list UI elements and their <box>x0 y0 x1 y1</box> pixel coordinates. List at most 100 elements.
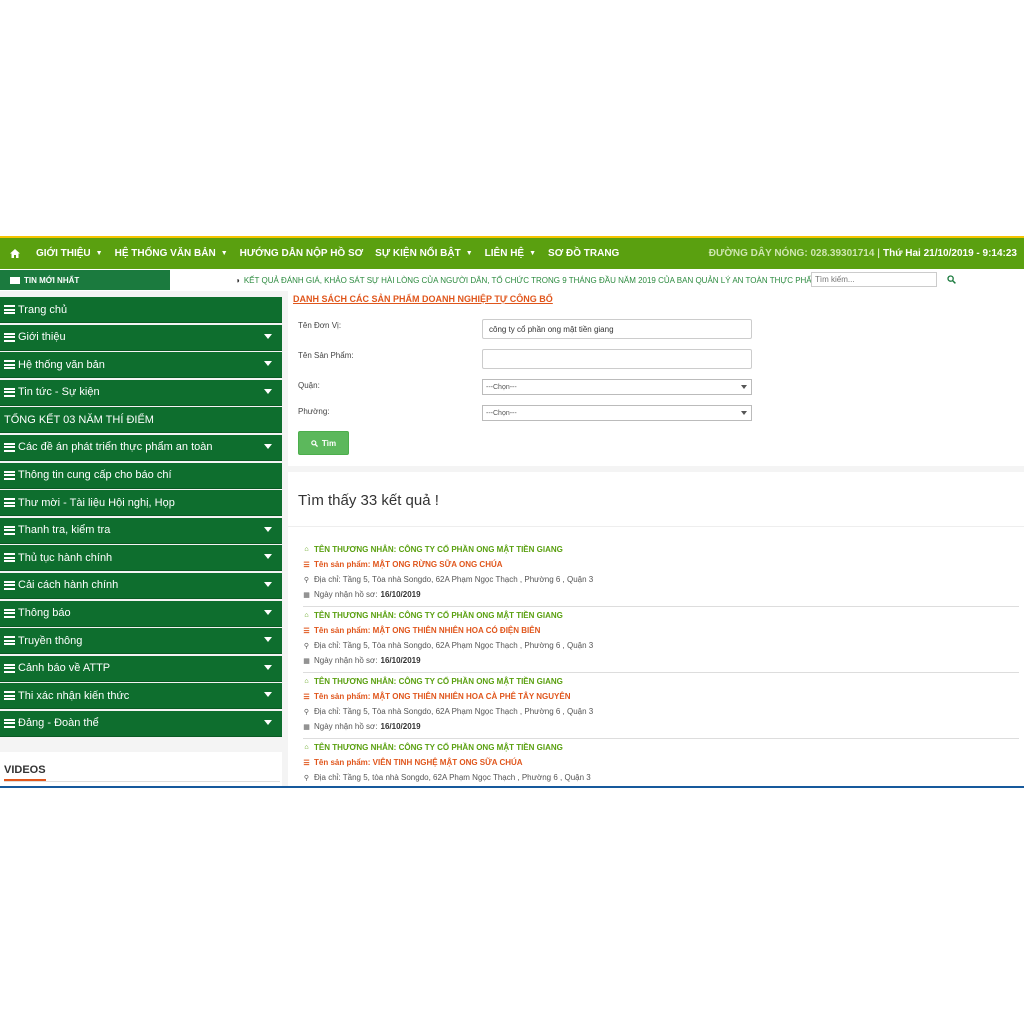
nav-item[interactable]: HƯỚNG DẪN NỘP HỒ SƠ <box>234 238 370 269</box>
sidebar-item[interactable]: Các đề án phát triển thực phẩm an toàn <box>0 434 282 461</box>
sidebar-item[interactable]: Thanh tra, kiểm tra <box>0 517 282 544</box>
nav-item[interactable]: SƠ ĐỒ TRANG <box>542 238 625 269</box>
results-summary: Tìm thấy 33 kết quả ! <box>298 492 439 509</box>
videos-underline <box>4 779 46 781</box>
nav-item[interactable]: LIÊN HỆ ▼ <box>479 238 542 269</box>
caret-down-icon: ▼ <box>529 250 537 257</box>
sidebar-item-label: Giới thiệu <box>18 331 66 344</box>
caret-down-icon <box>264 719 272 725</box>
result-product[interactable]: ☰ Tên sản phẩm: MẬT ONG RỪNG SỮA ONG CHÚA <box>303 560 502 569</box>
list-icon <box>4 387 15 397</box>
sidebar-item[interactable]: Tin tức - Sự kiện <box>0 379 282 406</box>
result-company[interactable]: ⌂ TÊN THƯƠNG NHÂN: CÔNG TY CỔ PHẦN ONG MẬ… <box>303 611 563 620</box>
sidebar-item-label: Hệ thống văn bản <box>18 358 105 371</box>
district-select[interactable]: ---Chọn--- <box>482 379 752 395</box>
result-company-text: TÊN THƯƠNG NHÂN: CÔNG TY CỔ PHẦN ONG MẬT… <box>314 743 563 752</box>
result-date-value: 16/10/2019 <box>380 656 421 665</box>
sidebar-item[interactable]: Thông báo <box>0 600 282 627</box>
list-icon <box>4 691 15 701</box>
result-date-value: 16/10/2019 <box>380 590 421 599</box>
caret-down-icon <box>264 609 272 615</box>
caret-down-icon: ▼ <box>465 250 473 257</box>
result-item: ⌂ TÊN THƯƠNG NHÂN: CÔNG TY CỔ PHẦN ONG MẬ… <box>303 607 1019 673</box>
sidebar-item[interactable]: Truyền thông <box>0 628 282 655</box>
sidebar-item-label: Thủ tục hành chính <box>18 551 113 564</box>
result-item: ⌂ TÊN THƯƠNG NHÂN: CÔNG TY CỔ PHẦN ONG MẬ… <box>303 739 1019 786</box>
caret-down-icon <box>264 526 272 532</box>
home-icon: ⌂ <box>304 546 309 553</box>
sidebar-item[interactable]: Hệ thống văn bản <box>0 352 282 379</box>
sidebar-item[interactable]: Cải cách hành chính <box>0 572 282 599</box>
nav-item-label: HƯỚNG DẪN NỘP HỒ SƠ <box>239 248 364 259</box>
nav-item[interactable]: SỰ KIỆN NỔI BẬT ▼ <box>369 238 478 269</box>
half-circle-icon: ◑ <box>235 275 240 285</box>
nav-item[interactable]: GIỚI THIỆU ▼ <box>30 238 109 269</box>
sidebar-item-label: Thanh tra, kiểm tra <box>18 524 111 537</box>
result-product[interactable]: ☰ Tên sản phẩm: MẬT ONG THIÊN NHIÊN HOA C… <box>303 626 540 635</box>
map-marker-icon: ⚲ <box>303 774 310 782</box>
sidebar-item[interactable]: Cảnh báo về ATTP <box>0 655 282 682</box>
videos-title: VIDEOS <box>4 764 46 776</box>
sidebar-item-label: Các đề án phát triển thực phẩm an toàn <box>18 441 213 454</box>
home-icon[interactable] <box>0 238 30 269</box>
result-item: ⌂ TÊN THƯƠNG NHÂN: CÔNG TY CỔ PHẦN ONG MẬ… <box>303 541 1019 607</box>
page-screenshot: GIỚI THIỆU ▼ HỆ THỐNG VĂN BẢN ▼ HƯỚNG DẪN NỘ… <box>0 236 1024 788</box>
nav-item[interactable]: HỆ THỐNG VĂN BẢN ▼ <box>109 238 234 269</box>
list-icon <box>4 332 15 342</box>
result-address-text: Địa chỉ: Tầng 5, Tòa nhà Songdo, 62A Phạ… <box>314 641 594 650</box>
list-icon <box>4 305 15 314</box>
form-title[interactable]: DANH SÁCH CÁC SẢN PHẨM DOANH NGHIỆP TỰ C… <box>293 294 553 304</box>
nav-item-label: GIỚI THIỆU <box>36 248 91 259</box>
sidebar-item-label: Tin tức - Sự kiện <box>18 386 100 399</box>
list-icon <box>4 498 15 508</box>
unit-name-input[interactable]: công ty cổ phần ong mật tiền giang <box>482 319 752 339</box>
videos-section: VIDEOS <box>0 752 282 786</box>
result-product[interactable]: ☰ Tên sản phẩm: VIÊN TINH NGHỆ MẬT ONG SỮ… <box>303 758 522 767</box>
sidebar-item-label: TỔNG KẾT 03 NĂM THÍ ĐIỂM <box>4 413 154 426</box>
sidebar-item-label: Đảng - Đoàn thể <box>18 717 99 730</box>
sidebar-item[interactable]: Thông tin cung cấp cho báo chí <box>0 462 282 489</box>
caret-down-icon <box>264 692 272 698</box>
result-address-text: Địa chỉ: Tầng 5, Tòa nhà Songdo, 62A Phạ… <box>314 707 594 716</box>
list-icon <box>4 663 15 673</box>
news-ticker[interactable]: ◑ KẾT QUẢ ĐÁNH GIÁ, KHẢO SÁT SỰ HÀI LÒNG… <box>235 276 818 285</box>
search-icon[interactable] <box>944 272 958 287</box>
find-button[interactable]: Tìm <box>298 431 349 455</box>
sidebar-item-label: Thi xác nhận kiến thức <box>18 689 130 702</box>
caret-down-icon: ▼ <box>220 250 228 257</box>
sidebar-item[interactable]: Thư mời - Tài liệu Hội nghị, Họp <box>0 490 282 517</box>
caret-down-icon <box>264 333 272 339</box>
result-address: ⚲ Địa chỉ: Tầng 5, Tòa nhà Songdo, 62A Ph… <box>303 641 593 650</box>
result-company[interactable]: ⌂ TÊN THƯƠNG NHÂN: CÔNG TY CỔ PHẦN ONG MẬ… <box>303 545 563 554</box>
product-name-input[interactable] <box>482 349 752 369</box>
results-divider <box>288 526 1024 527</box>
latest-news-text: TIN MỚI NHẤT <box>24 275 80 285</box>
result-product[interactable]: ☰ Tên sản phẩm: MẬT ONG THIÊN NHIÊN HOA C… <box>303 692 570 701</box>
ward-select[interactable]: ---Chọn--- <box>482 405 752 421</box>
list-icon <box>4 525 15 535</box>
calendar-icon: ▦ <box>303 723 310 731</box>
chevron-down-icon <box>741 385 747 389</box>
sidebar-item[interactable]: Thủ tục hành chính <box>0 545 282 572</box>
home-icon: ⌂ <box>304 612 309 619</box>
current-datetime: Thứ Hai 21/10/2019 - 9:14:23 <box>883 248 1017 259</box>
result-company[interactable]: ⌂ TÊN THƯƠNG NHÂN: CÔNG TY CỔ PHẦN ONG MẬ… <box>303 677 563 686</box>
search-input[interactable] <box>811 272 937 287</box>
sidebar-item[interactable]: Giới thiệu <box>0 324 282 351</box>
result-date-label: Ngày nhận hồ sơ: <box>314 590 378 599</box>
sidebar-item[interactable]: Đảng - Đoàn thể <box>0 710 282 737</box>
district-label: Quận: <box>298 381 320 390</box>
sidebar-item[interactable]: TỔNG KẾT 03 NĂM THÍ ĐIỂM <box>0 407 282 434</box>
ticker-text: KẾT QUẢ ĐÁNH GIÁ, KHẢO SÁT SỰ HÀI LÒNG C… <box>243 275 819 285</box>
unit-label: Tên Đơn Vị: <box>298 321 342 330</box>
result-item: ⌂ TÊN THƯƠNG NHÂN: CÔNG TY CỔ PHẦN ONG MẬ… <box>303 673 1019 739</box>
sidebar-item[interactable]: Trang chủ <box>0 297 282 323</box>
result-company[interactable]: ⌂ TÊN THƯƠNG NHÂN: CÔNG TY CỔ PHẦN ONG MẬ… <box>303 743 563 752</box>
list-icon: ☰ <box>303 693 310 701</box>
caret-down-icon <box>264 554 272 560</box>
list-icon <box>4 442 15 452</box>
list-icon <box>4 608 15 618</box>
sidebar-item[interactable]: Thi xác nhận kiến thức <box>0 683 282 710</box>
caret-down-icon <box>264 443 272 449</box>
calendar-icon: ▦ <box>303 657 310 665</box>
